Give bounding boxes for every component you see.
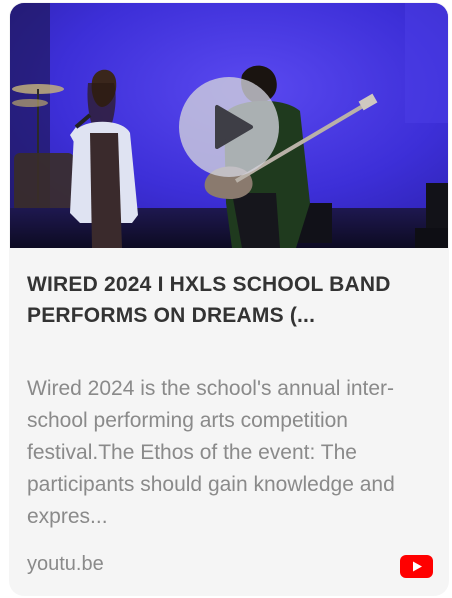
video-thumbnail[interactable] [10,3,448,248]
link-preview-card[interactable]: WIRED 2024 I HXLS SCHOOL BAND PERFORMS O… [10,3,448,595]
play-button[interactable] [179,77,279,177]
youtube-icon[interactable] [400,555,433,578]
link-title[interactable]: WIRED 2024 I HXLS SCHOOL BAND PERFORMS O… [27,269,437,331]
link-description: Wired 2024 is the school's annual inter-… [27,377,395,528]
link-domain[interactable]: youtu.be [27,552,104,576]
play-icon [215,105,253,149]
youtube-logo [400,555,433,578]
